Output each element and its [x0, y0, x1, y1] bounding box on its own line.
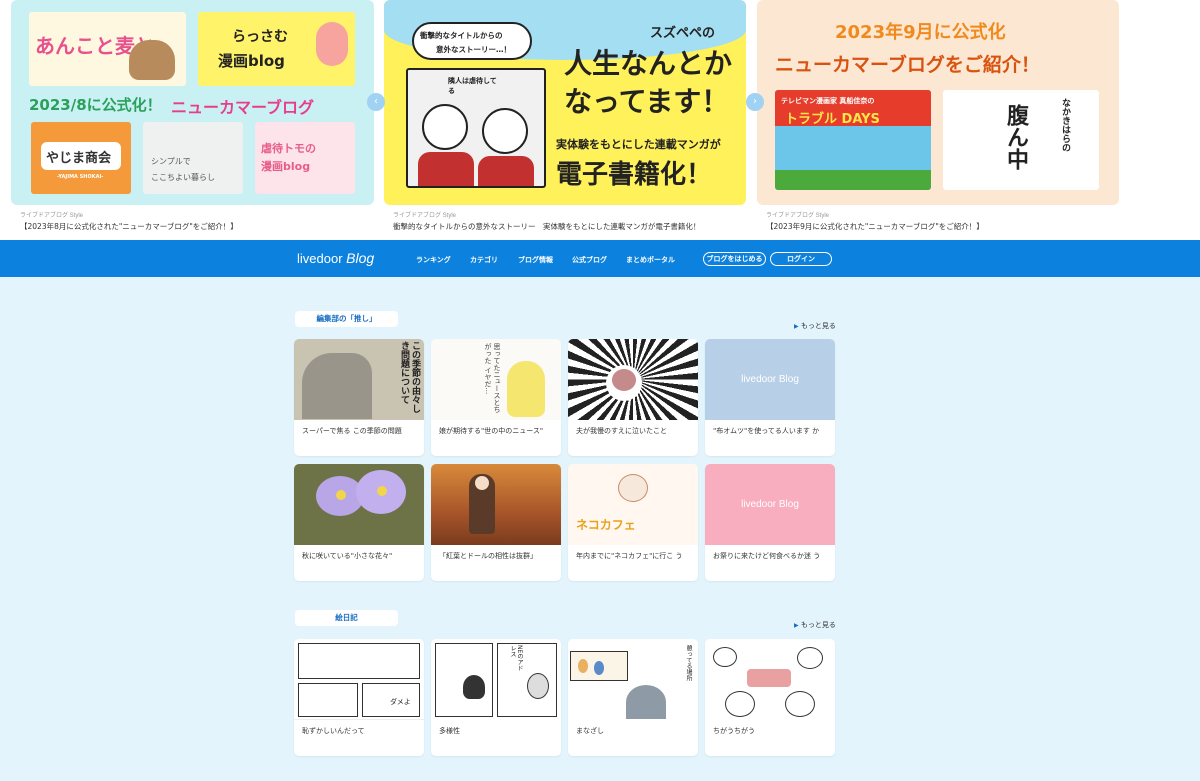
diary-title: まなざし [576, 727, 604, 735]
slide1-source: ライブドアブログ Style [20, 213, 84, 219]
more-link-recommend[interactable]: ▶ もっと見る [794, 321, 836, 331]
carousel-slide-2[interactable]: 衝撃的なタイトルからの 意外なストーリー…！ 隣人は虐待してる スズペペの 人生… [384, 0, 746, 205]
article-card[interactable]: 秋に咲いている"小さな花々" [294, 464, 424, 581]
diary-card[interactable]: ダメよ 恥ずかしいんだって [294, 639, 424, 756]
slide2-caption[interactable]: 衝撃的なタイトルからの意外なストーリー 実体験をもとにした連載マンガが電子書籍化… [393, 221, 700, 232]
nav-item-category[interactable]: カテゴリ [470, 255, 498, 265]
slide3-panel-trouble-days: テレビマン漫画家 真船佳奈の トラブル DAYS [775, 90, 931, 190]
article-thumbnail [294, 464, 424, 545]
diary-thumbnail: ダメよ [294, 639, 424, 720]
article-card[interactable]: 「紅葉とドールの相性は抜群」 [431, 464, 561, 581]
slide1-caption[interactable]: 【2023年8月に公式化された"ニューカマーブログ"をご紹介！】 [20, 221, 238, 232]
carousel-slide-1[interactable]: あんこと麦と らっさむ 漫画blog 2023/8に公式化！ ニューカマーブログ… [11, 0, 374, 205]
article-card[interactable]: 思ってたニュースとちがった イヤだ… 娘が期待する"世の中のニュース" [431, 339, 561, 456]
diary-title: ちがうちがう [713, 727, 755, 735]
cat-icon [618, 474, 648, 502]
article-thumbnail [431, 464, 561, 545]
slide3-caption[interactable]: 【2023年9月に公式化された"ニューカマーブログ"をご紹介！】 [766, 221, 984, 232]
face-right-icon [482, 108, 528, 154]
article-title: 秋に咲いている"小さな花々" [302, 552, 393, 560]
article-thumbnail [568, 339, 698, 420]
nav-item-official[interactable]: 公式ブログ [572, 255, 607, 265]
slide3-source: ライブドアブログ Style [766, 213, 830, 219]
livedoor-blog-logo[interactable]: livedoor Blog [297, 250, 374, 266]
slide2-source: ライブドアブログ Style [393, 213, 457, 219]
manga-panel: 隣人は虐待してる [406, 68, 546, 188]
section-label-recommend: 編集部の「推し」 [295, 311, 398, 327]
slide3-panel-harannaka: 腹ん中 なかきはらの [943, 90, 1099, 190]
article-thumbnail: livedoor Blog [705, 464, 835, 545]
diary-thumbnail [705, 639, 835, 720]
carousel-slide-3[interactable]: 2023年9月に公式化 ニューカマーブログをご紹介！ テレビマン漫画家 真船佳奈… [757, 0, 1119, 205]
diary-thumbnail: NEのアドレス [431, 639, 561, 720]
article-title: 娘が期待する"世の中のニュース" [439, 427, 544, 435]
nav-item-matome[interactable]: まとめポータル [626, 255, 675, 265]
article-title: お祭りに来たけど何食べるか迷 う [713, 552, 821, 560]
start-blog-button[interactable]: ブログをはじめる [703, 252, 766, 266]
cat-illustration-icon [129, 40, 175, 80]
carousel-next-button[interactable]: › [746, 93, 764, 111]
diary-card[interactable]: 憩ってる場所 まなざし [568, 639, 698, 756]
diary-card[interactable]: ちがうちがう [705, 639, 835, 756]
carousel-prev-button[interactable]: ‹ [367, 93, 385, 111]
diary-title: 恥ずかしいんだって [302, 727, 365, 735]
article-card[interactable]: livedoor Blog "布オムツ"を使ってる人います か [705, 339, 835, 456]
more-link-picture-diary[interactable]: ▶ もっと見る [794, 620, 836, 630]
slide1-panel-simple: シンプルで ここちよい暮らし [143, 122, 243, 194]
slide1-panel-yajima: やじま商会 -YAJIMA SHOKAI- [31, 122, 131, 194]
article-thumbnail: ネコカフェ [568, 464, 698, 545]
featured-carousel: あんこと麦と らっさむ 漫画blog 2023/8に公式化！ ニューカマーブログ… [0, 0, 1200, 240]
login-button[interactable]: ログイン [770, 252, 832, 266]
article-thumbnail: 思ってたニュースとちがった イヤだ… [431, 339, 561, 420]
nav-item-blog-info[interactable]: ブログ情報 [518, 255, 553, 265]
slide1-panel-rassamu: らっさむ 漫画blog [198, 12, 355, 86]
article-thumbnail: この季節の由々しき問題について [294, 339, 424, 420]
triangle-right-icon: ▶ [794, 622, 799, 629]
global-nav: livedoor Blog ランキング カテゴリ ブログ情報 公式ブログ まとめ… [0, 240, 1200, 277]
article-title: 夫が我慢のすえに泣いたこと [576, 427, 667, 435]
nav-item-ranking[interactable]: ランキング [416, 255, 451, 265]
girl-illustration-icon [316, 22, 348, 66]
slide1-panel-gyakutai: 虐待トモの 漫画blog [255, 122, 355, 194]
slide1-panel-anko: あんこと麦と [29, 12, 186, 86]
article-card[interactable]: 夫が我慢のすえに泣いたこと [568, 339, 698, 456]
diary-card[interactable]: NEのアドレス 多様性 [431, 639, 561, 756]
article-title: "布オムツ"を使ってる人います か [713, 427, 820, 435]
article-card[interactable]: livedoor Blog お祭りに来たけど何食べるか迷 う [705, 464, 835, 581]
article-title: スーパーで焦る この季節の問題 [302, 427, 402, 435]
face-left-icon [422, 104, 468, 150]
speech-bubble: 衝撃的なタイトルからの 意外なストーリー…！ [412, 22, 532, 60]
diary-thumbnail: 憩ってる場所 [568, 639, 698, 720]
article-thumbnail: livedoor Blog [705, 339, 835, 420]
article-card[interactable]: この季節の由々しき問題について スーパーで焦る この季節の問題 [294, 339, 424, 456]
diary-title: 多様性 [439, 727, 460, 735]
article-title: 「紅葉とドールの相性は抜群」 [439, 552, 537, 560]
article-card[interactable]: ネコカフェ 年内までに"ネコカフェ"に行こ う [568, 464, 698, 581]
section-label-picture-diary: 絵日記 [295, 610, 398, 626]
article-title: 年内までに"ネコカフェ"に行こ う [576, 552, 683, 560]
triangle-right-icon: ▶ [794, 323, 799, 330]
